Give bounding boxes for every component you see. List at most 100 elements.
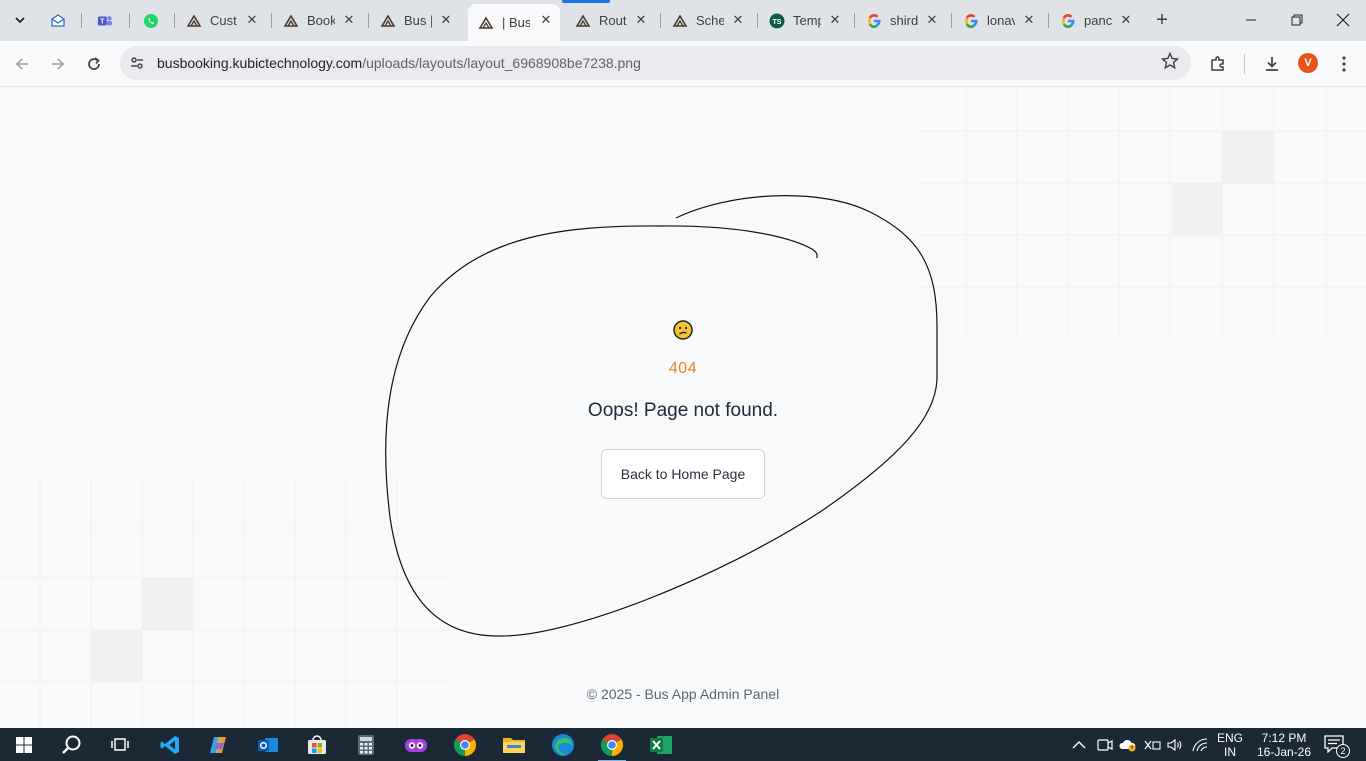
tab-panc[interactable]: panc ✕ xyxy=(1060,6,1140,35)
tab-rout[interactable]: Rout ✕ xyxy=(575,6,655,35)
tray-overflow-button[interactable] xyxy=(1072,728,1086,761)
google-icon xyxy=(866,13,882,29)
teams-icon: T xyxy=(97,13,113,29)
bookmark-star-icon[interactable] xyxy=(1160,51,1180,75)
tab-search-button[interactable] xyxy=(7,8,33,32)
arrow-left-icon xyxy=(15,58,28,70)
tab-book[interactable]: Book ✕ xyxy=(283,6,363,35)
error-message: Oops! Page not found. xyxy=(587,400,779,421)
downloads-button[interactable] xyxy=(1261,53,1283,75)
tray-meet-now[interactable] xyxy=(1097,728,1113,761)
taskbar-search-button[interactable] xyxy=(58,731,86,759)
tab-shird[interactable]: shird ✕ xyxy=(866,6,946,35)
windows-start-icon xyxy=(16,737,32,753)
confused-face-icon xyxy=(673,320,693,340)
profile-avatar[interactable]: V xyxy=(1298,53,1318,73)
tab-bus[interactable]: Bus | ✕ xyxy=(380,6,460,35)
chrome-icon xyxy=(454,734,476,756)
pinned-tab-outlook[interactable] xyxy=(50,6,70,35)
tab-loading-indicator xyxy=(562,0,610,3)
svg-text:T: T xyxy=(100,17,105,25)
google-icon xyxy=(963,13,979,29)
close-window-button[interactable] xyxy=(1333,10,1353,30)
tray-network[interactable] xyxy=(1192,728,1208,761)
back-to-home-button[interactable]: Back to Home Page xyxy=(601,449,765,499)
input-language[interactable]: ENG IN xyxy=(1216,731,1244,759)
tray-ime[interactable] xyxy=(1143,728,1161,761)
close-icon[interactable]: ✕ xyxy=(244,12,260,28)
close-icon[interactable]: ✕ xyxy=(1021,12,1037,28)
new-tab-button[interactable]: + xyxy=(1150,8,1174,32)
language-code: ENG xyxy=(1216,731,1243,745)
bus-logo-icon xyxy=(186,13,202,29)
browser-menu-button[interactable] xyxy=(1333,53,1355,75)
taskbar-app-edge[interactable] xyxy=(549,731,577,759)
tab-lonav[interactable]: lonav ✕ xyxy=(963,6,1043,35)
address-bar[interactable]: busbooking.kubictechnology.com/uploads/l… xyxy=(120,46,1191,80)
taskbar-app-chrome-active[interactable] xyxy=(598,731,626,761)
tab-cust[interactable]: Cust ✕ xyxy=(186,6,266,35)
vscode-icon xyxy=(160,736,179,754)
forward-button[interactable] xyxy=(47,53,69,75)
reload-button[interactable] xyxy=(83,53,105,75)
outlook-icon xyxy=(50,13,66,29)
tab-title: shird xyxy=(890,13,918,28)
arrow-right-icon xyxy=(52,58,65,70)
taskbar-app-copilot[interactable] xyxy=(205,731,233,759)
taskbar-app-file-explorer[interactable] xyxy=(500,731,528,759)
close-icon[interactable]: ✕ xyxy=(538,12,554,28)
close-icon[interactable]: ✕ xyxy=(827,12,843,28)
tab-title: Sche xyxy=(696,13,724,28)
url-text[interactable]: busbooking.kubictechnology.com/uploads/l… xyxy=(157,55,641,71)
keyboard-ime-icon xyxy=(1144,740,1161,750)
pinned-tab-whatsapp[interactable] xyxy=(143,6,163,35)
reload-icon xyxy=(88,57,100,70)
chrome-active-icon xyxy=(601,734,623,756)
tab-title: Temp xyxy=(793,13,821,28)
close-icon[interactable]: ✕ xyxy=(730,12,746,28)
pinned-tab-teams[interactable]: T xyxy=(97,6,117,35)
tray-onedrive[interactable] xyxy=(1119,728,1137,761)
back-button[interactable] xyxy=(11,53,33,75)
restore-button[interactable] xyxy=(1287,10,1307,30)
taskbar-app-chrome[interactable] xyxy=(451,731,479,759)
tab-title: Cust xyxy=(210,13,237,28)
taskbar-app-excel[interactable] xyxy=(647,731,675,759)
site-settings-icon[interactable] xyxy=(128,54,146,72)
file-explorer-icon xyxy=(503,738,525,753)
bus-logo-icon xyxy=(478,15,494,31)
more-vertical-icon xyxy=(1342,56,1346,72)
bus-logo-icon xyxy=(380,13,396,29)
taskbar-app-store[interactable] xyxy=(303,731,331,759)
extensions-button[interactable] xyxy=(1207,53,1229,75)
task-view-icon xyxy=(111,738,129,751)
template-site-icon: TS xyxy=(769,13,785,29)
close-icon[interactable]: ✕ xyxy=(633,12,649,28)
close-icon[interactable]: ✕ xyxy=(438,12,454,28)
puzzle-icon xyxy=(1211,56,1224,71)
search-icon xyxy=(62,735,81,754)
system-clock[interactable]: 7:12 PM 16-Jan-26 xyxy=(1256,731,1312,759)
tray-volume[interactable] xyxy=(1166,728,1184,761)
close-icon xyxy=(1336,13,1350,27)
close-icon[interactable]: ✕ xyxy=(924,12,940,28)
close-icon[interactable]: ✕ xyxy=(1118,12,1134,28)
tab-bus-active[interactable]: | Bus ✕ xyxy=(468,4,560,41)
minimize-icon xyxy=(1246,19,1256,21)
notification-count-badge: 2 xyxy=(1336,744,1350,758)
taskbar-app-calculator[interactable] xyxy=(352,731,380,759)
taskbar-app-vscode[interactable] xyxy=(156,731,184,759)
close-icon[interactable]: ✕ xyxy=(341,12,357,28)
task-view-button[interactable] xyxy=(106,731,134,759)
taskbar-app-outlook[interactable] xyxy=(254,731,282,759)
meet-now-icon xyxy=(1097,738,1113,751)
url-host: busbooking.kubictechnology.com xyxy=(157,55,363,71)
tab-sche[interactable]: Sche ✕ xyxy=(672,6,752,35)
minimize-button[interactable] xyxy=(1241,10,1261,30)
tab-title: panc xyxy=(1084,13,1112,28)
url-path: /uploads/layouts/layout_6968908be7238.pn… xyxy=(362,55,641,71)
taskbar-app-vr[interactable] xyxy=(402,731,430,759)
windows-start-button[interactable] xyxy=(10,731,38,759)
clock-time: 7:12 PM xyxy=(1261,731,1307,745)
tab-temp[interactable]: TS Temp ✕ xyxy=(769,6,849,35)
